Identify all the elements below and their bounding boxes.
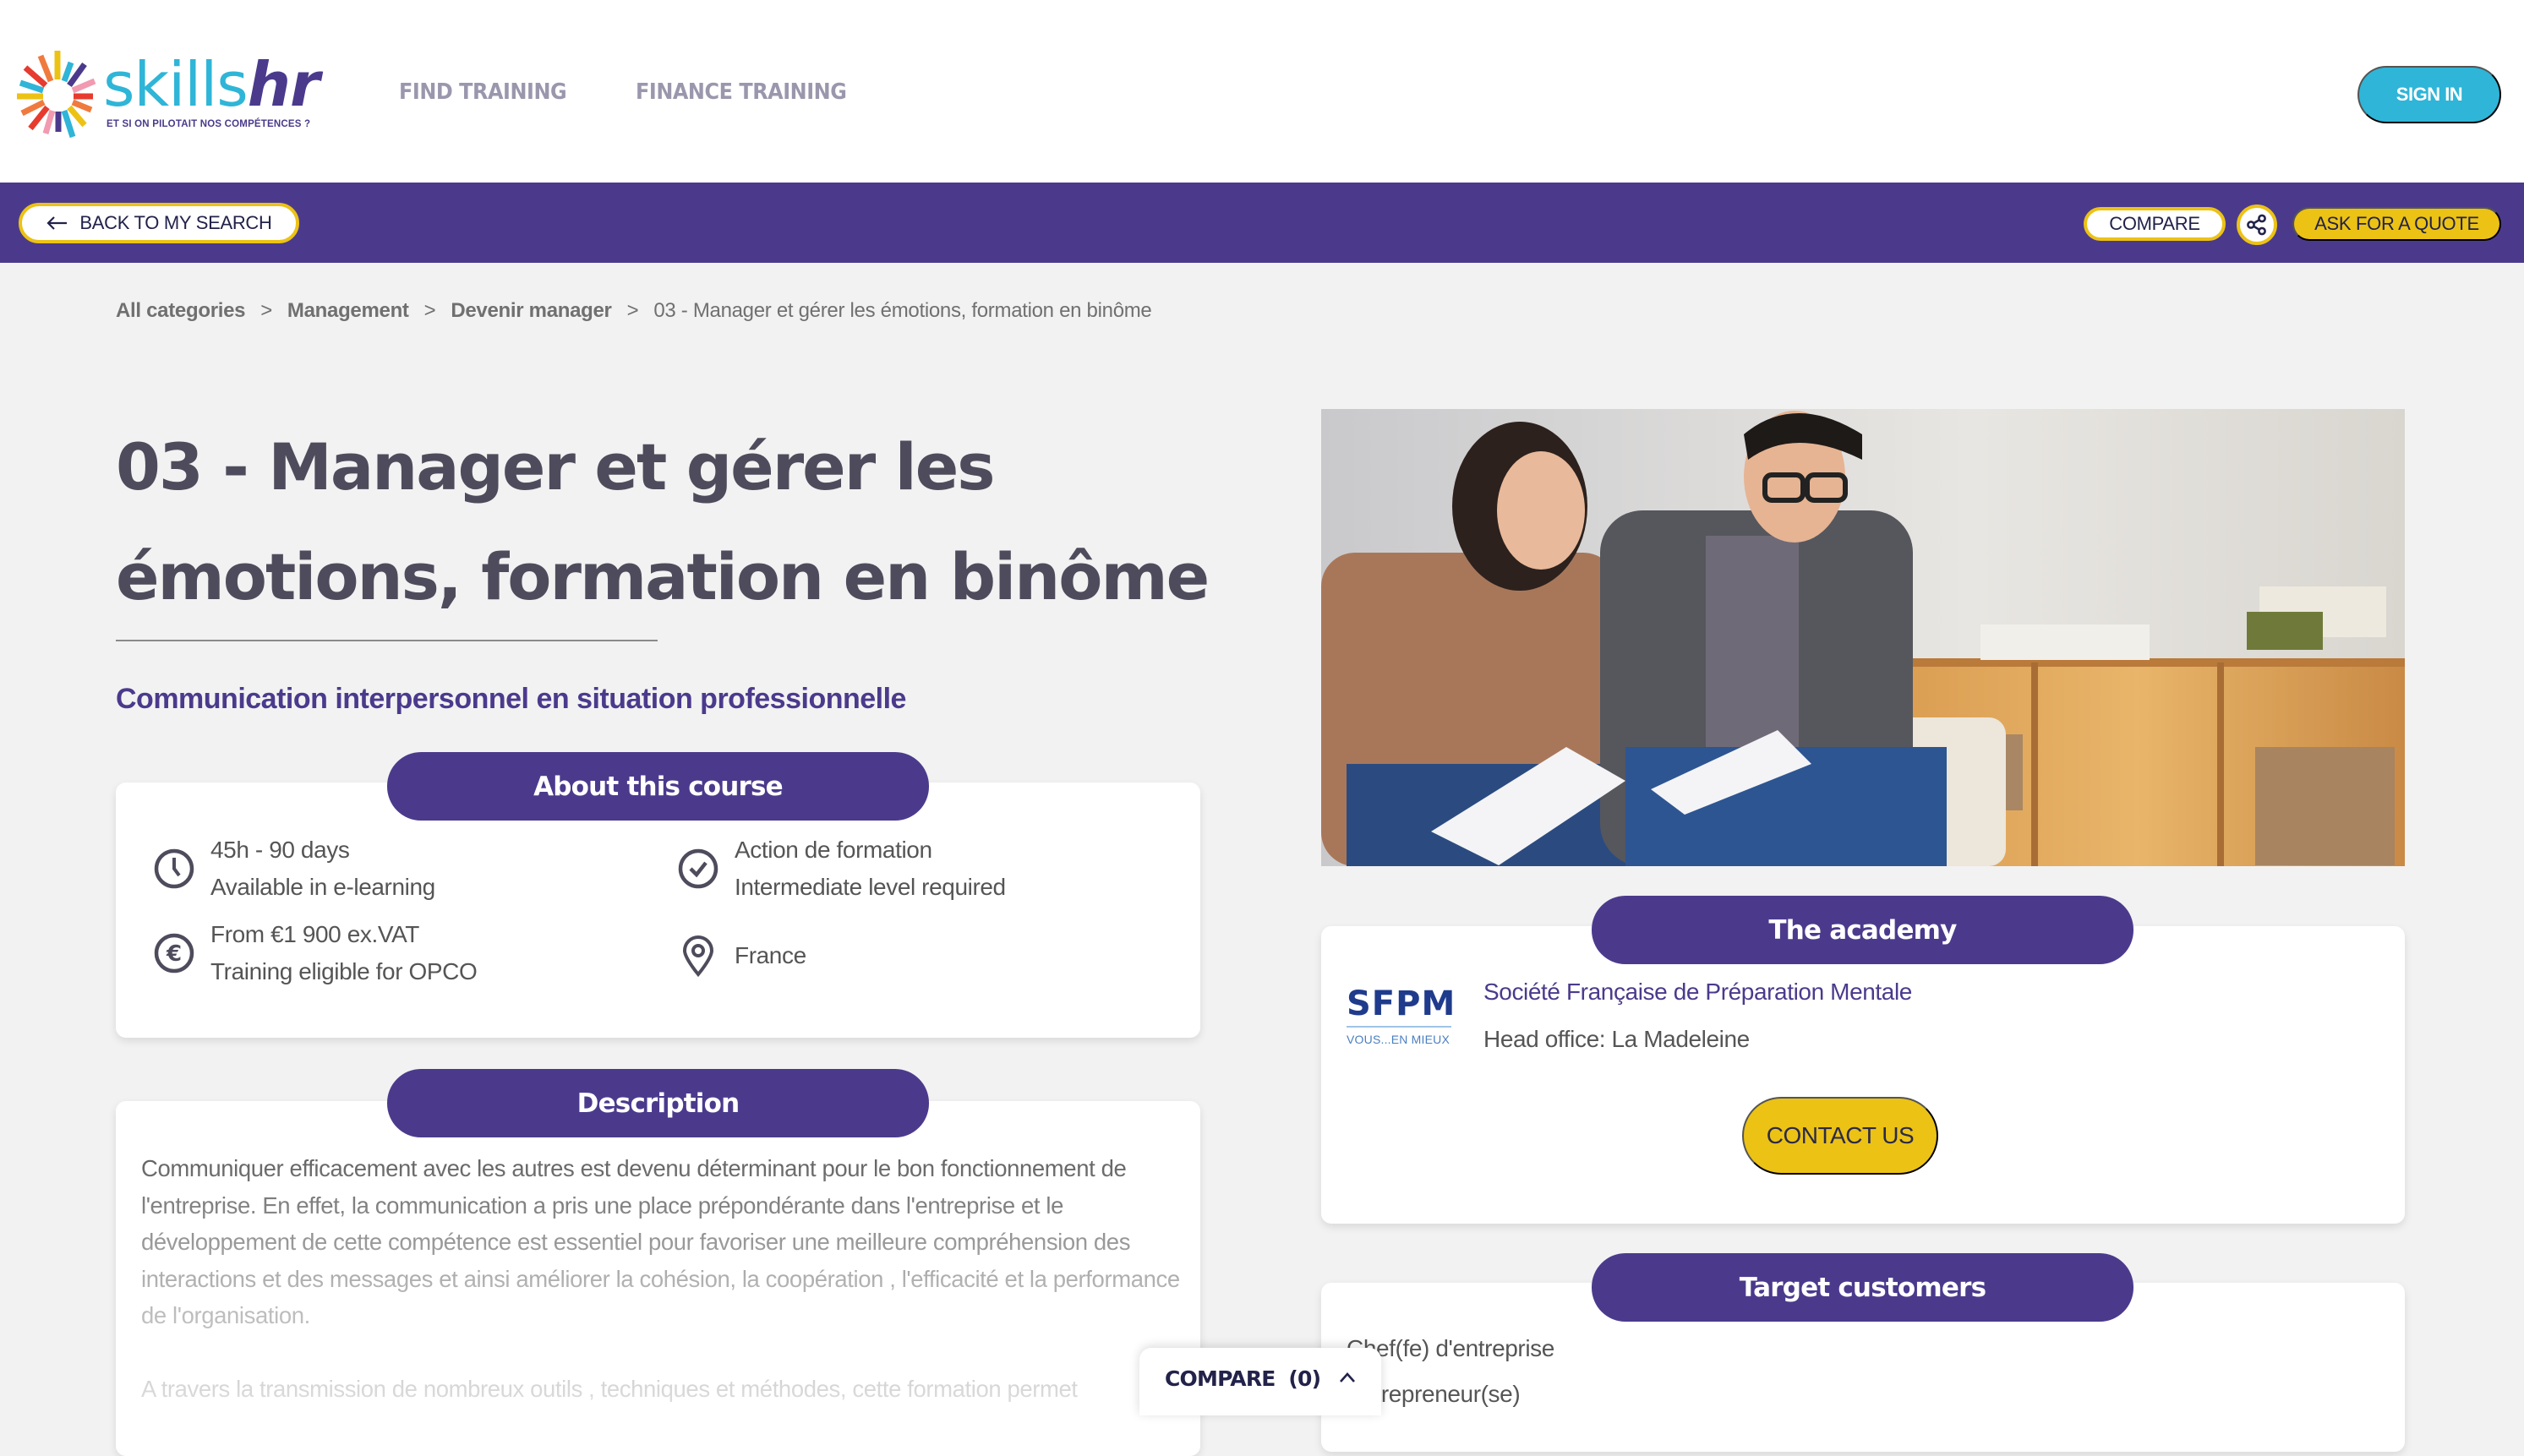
academy-logo-tagline: VOUS...EN MIEUX	[1347, 1033, 1450, 1046]
share-button[interactable]	[2237, 204, 2277, 245]
location-pin-icon	[682, 935, 714, 977]
academy-logo-text: SFPM	[1347, 984, 1456, 1023]
compare-dock[interactable]: COMPARE (0)	[1139, 1348, 1381, 1415]
arrow-left-icon	[46, 216, 68, 230]
sign-in-button[interactable]: SIGN IN	[2357, 66, 2501, 123]
fact-type-line-1: Action de formation	[735, 837, 932, 863]
description-paragraph: A travers la transmission de nombreux ou…	[141, 1375, 1078, 1402]
logo-tagline: ET SI ON PILOTAIT NOS COMPÉTENCES ?	[107, 119, 311, 129]
fact-price-line-2: Training eligible for OPCO	[210, 958, 478, 984]
check-circle-icon	[678, 848, 718, 889]
fact-duration: 45h - 90 days Available in e-learning	[153, 832, 435, 906]
skillshr-logo[interactable]: skillshr ET SI ON PILOTAIT NOS COMPÉTENC…	[17, 49, 320, 142]
breadcrumb: All categories > Management > Devenir ma…	[116, 299, 1152, 323]
logo-wordmark: skillshr	[103, 51, 320, 118]
fact-location: France	[677, 935, 806, 977]
compare-dock-count: (0)	[1288, 1366, 1321, 1391]
academy-head-office: Head office: La Madeleine	[1483, 1026, 1750, 1052]
academy-heading: The academy	[1592, 896, 2133, 964]
nav-find-training[interactable]: FIND TRAINING	[399, 79, 567, 105]
logo-word-hr: hr	[247, 49, 320, 120]
svg-text:€: €	[166, 941, 182, 967]
compare-dock-label: COMPARE (0)	[1165, 1366, 1321, 1391]
fact-price: € From €1 900 ex.VAT Training eligible fo…	[153, 916, 478, 990]
course-subtitle: Communication interpersonnel en situatio…	[116, 683, 906, 715]
page-title: 03 - Manager et gérer les émotions, form…	[116, 412, 1215, 632]
target-customers-heading: Target customers	[1592, 1253, 2133, 1322]
academy-name-link[interactable]: Société Française de Préparation Mentale	[1483, 979, 1912, 1006]
course-hero-image	[1321, 409, 2405, 866]
contact-us-button[interactable]: CONTACT US	[1742, 1097, 1938, 1175]
back-to-search-label: BACK TO MY SEARCH	[79, 212, 272, 233]
academy-logo-rule	[1347, 1026, 1451, 1028]
chevron-up-icon[interactable]	[1339, 1371, 1356, 1383]
description-card: Communiquer efficacement avec les autres…	[116, 1101, 1200, 1456]
compare-button[interactable]: COMPARE	[2084, 207, 2226, 241]
share-icon	[2247, 214, 2266, 236]
fact-duration-line-1: 45h - 90 days	[210, 837, 350, 863]
breadcrumb-management[interactable]: Management	[287, 299, 409, 323]
about-course-heading: About this course	[387, 752, 929, 821]
top-header: skillshr ET SI ON PILOTAIT NOS COMPÉTENC…	[0, 0, 2524, 183]
description-text: Communiquer efficacement avec les autres…	[141, 1150, 1181, 1443]
about-course-card: 45h - 90 days Available in e-learning Act…	[116, 783, 1200, 1038]
course-action-bar: BACK TO MY SEARCH COMPARE ASK FOR A QUOT…	[0, 183, 2524, 263]
breadcrumb-devenir-manager[interactable]: Devenir manager	[451, 299, 612, 323]
compare-dock-text: COMPARE	[1165, 1366, 1276, 1391]
logo-word-skills: skills	[103, 49, 249, 120]
euro-icon: €	[154, 933, 194, 973]
training-photo-illustration	[1321, 409, 2405, 866]
clock-icon	[154, 848, 194, 889]
description-heading: Description	[387, 1069, 929, 1137]
breadcrumb-separator: >	[260, 299, 272, 322]
fact-type: Action de formation Intermediate level re…	[677, 832, 1006, 906]
title-divider	[116, 640, 658, 641]
fact-duration-line-2: Available in e-learning	[210, 874, 435, 900]
sunburst-logo-icon	[17, 51, 96, 139]
breadcrumb-separator: >	[423, 299, 436, 322]
page-title-line-2: émotions, formation en binôme	[116, 539, 1210, 614]
fact-price-line-1: From €1 900 ex.VAT	[210, 921, 419, 947]
fact-location-line-1: France	[735, 942, 806, 968]
ask-for-quote-button[interactable]: ASK FOR A QUOTE	[2292, 207, 2501, 241]
back-to-search-button[interactable]: BACK TO MY SEARCH	[19, 203, 299, 243]
academy-card: SFPM VOUS...EN MIEUX Société Française d…	[1321, 926, 2405, 1224]
academy-logo[interactable]: SFPM VOUS...EN MIEUX	[1347, 985, 1465, 1053]
breadcrumb-separator: >	[626, 299, 639, 322]
description-paragraph: Communiquer efficacement avec les autres…	[141, 1155, 1180, 1328]
page-title-line-1: 03 - Manager et gérer les	[116, 429, 996, 504]
nav-finance-training[interactable]: FINANCE TRAINING	[636, 79, 847, 105]
breadcrumb-all-categories[interactable]: All categories	[116, 299, 246, 323]
breadcrumb-current: 03 - Manager et gérer les émotions, form…	[653, 299, 1152, 322]
fact-type-line-2: Intermediate level required	[735, 874, 1006, 900]
